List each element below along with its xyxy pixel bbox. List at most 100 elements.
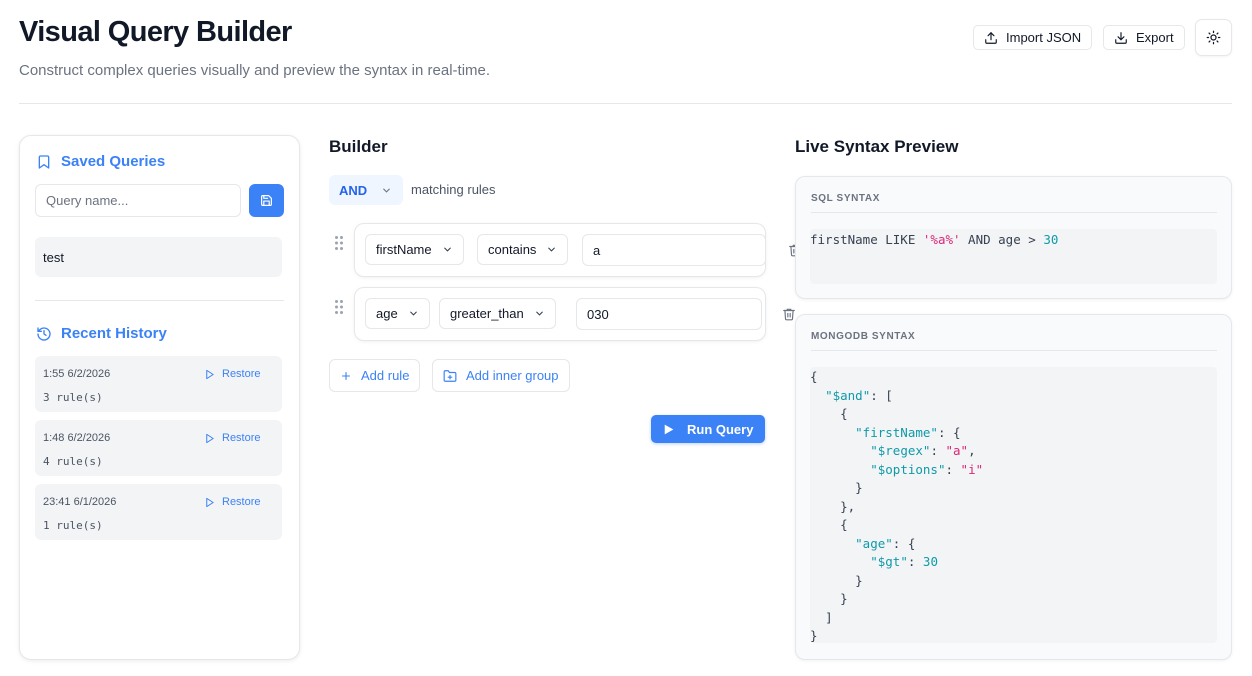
add-rule-button[interactable]: Add rule: [329, 359, 421, 392]
code-key: "firstName": [855, 424, 938, 440]
sql-text: AND age >: [960, 232, 1044, 247]
combinator-select[interactable]: AND: [329, 175, 403, 205]
add-inner-group-button[interactable]: Add inner group: [432, 359, 570, 392]
code-token: : {: [892, 535, 916, 551]
restore-button[interactable]: Restore: [204, 368, 261, 380]
recent-history-heading: Recent History: [36, 325, 167, 342]
save-query-button[interactable]: [249, 184, 284, 217]
code-token: }: [810, 628, 818, 643]
saved-queries-heading: Saved Queries: [36, 153, 165, 170]
value-input[interactable]: a: [582, 234, 766, 266]
add-inner-group-label: Add inner group: [466, 368, 559, 383]
play-icon: [206, 497, 214, 507]
restore-label: Restore: [222, 432, 261, 444]
field-value: age: [376, 306, 398, 321]
mongodb-syntax-label: MONGODB SYNTAX: [811, 331, 916, 342]
sql-text: firstName LIKE: [810, 232, 923, 247]
rule-row: firstName contains a: [354, 223, 766, 277]
restore-button[interactable]: Restore: [204, 432, 261, 444]
code-key: "$gt": [870, 554, 908, 569]
saved-queries-title: Saved Queries: [61, 153, 166, 170]
code-key: "$options": [870, 461, 946, 477]
import-json-label: Import JSON: [1006, 30, 1082, 45]
card-divider: [811, 212, 1217, 213]
operator-select[interactable]: greater_than: [439, 298, 556, 329]
trash-icon[interactable]: [782, 307, 796, 321]
card-divider: [811, 350, 1217, 351]
chevron-down-icon: [443, 247, 451, 252]
code-key: "$regex": [870, 443, 931, 458]
code-token: }: [855, 480, 863, 495]
code-number: 30: [922, 554, 938, 569]
field-select[interactable]: firstName: [365, 234, 464, 265]
query-name-input[interactable]: [35, 184, 241, 217]
field-select[interactable]: age: [365, 298, 430, 329]
sql-number: 30: [1043, 232, 1059, 247]
history-item: 1:55 6/2/2026 3 rule(s) Restore: [35, 356, 282, 412]
drag-handle-icon[interactable]: [334, 299, 344, 315]
code-token: {: [840, 517, 848, 532]
history-timestamp: 1:55 6/2/2026: [43, 368, 111, 380]
operator-value: contains: [488, 242, 537, 257]
sidebar-card: Saved Queries test Recent History 1:55 6…: [19, 135, 300, 660]
code-token: {: [810, 369, 818, 384]
field-value: firstName: [376, 242, 432, 257]
play-icon: [664, 424, 674, 434]
code-token: : [: [870, 387, 893, 403]
run-query-label: Run Query: [687, 421, 754, 437]
code-token: },: [840, 498, 856, 514]
rule-row: age greater_than 030: [354, 287, 766, 341]
operator-value: greater_than: [450, 306, 524, 321]
mongodb-code-block: { "$and": [ { "firstName": { "$regex": "…: [810, 367, 1217, 643]
sidebar-divider: [35, 300, 284, 301]
chevron-down-icon: [383, 188, 390, 193]
play-icon: [206, 369, 214, 379]
export-button[interactable]: Export: [1103, 25, 1185, 50]
code-string: "i": [960, 461, 984, 477]
sql-code-block: firstName LIKE '%a%' AND age > 30: [810, 229, 1217, 284]
chevron-down-icon: [409, 311, 417, 316]
code-token: }: [855, 572, 863, 588]
page-title: Visual Query Builder: [19, 16, 292, 48]
history-rule-count: 1 rule(s): [43, 519, 103, 532]
history-rule-count: 3 rule(s): [43, 391, 103, 404]
page-subtitle: Construct complex queries visually and p…: [19, 62, 491, 79]
page-header: Visual Query Builder Construct complex q…: [19, 0, 1232, 104]
bookmark-icon: [38, 154, 50, 169]
chevron-down-icon: [548, 247, 556, 252]
builder-heading: Builder: [329, 137, 388, 156]
history-item: 23:41 6/1/2026 1 rule(s) Restore: [35, 484, 282, 540]
export-label: Export: [1136, 30, 1174, 45]
folder-plus-icon: [443, 369, 457, 382]
sql-syntax-card: SQL SYNTAX firstName LIKE '%a%' AND age …: [795, 176, 1232, 299]
sql-string: '%a%': [922, 232, 961, 247]
history-timestamp: 1:48 6/2/2026: [43, 432, 111, 444]
download-icon: [1115, 31, 1127, 44]
import-json-button[interactable]: Import JSON: [973, 25, 1093, 50]
saved-query-item[interactable]: test: [35, 237, 282, 277]
combinator-value: AND: [339, 182, 368, 198]
sql-syntax-label: SQL SYNTAX: [811, 193, 880, 204]
plus-icon: [341, 371, 351, 380]
code-token: : {: [937, 424, 961, 440]
operator-select[interactable]: contains: [477, 234, 569, 265]
theme-toggle-button[interactable]: [1195, 19, 1232, 56]
history-item: 1:48 6/2/2026 4 rule(s) Restore: [35, 420, 282, 476]
drag-handle-icon[interactable]: [334, 235, 344, 251]
restore-label: Restore: [222, 368, 261, 380]
play-icon: [206, 433, 214, 443]
value-input[interactable]: 030: [576, 298, 762, 330]
code-key: "age": [855, 535, 893, 551]
add-rule-label: Add rule: [361, 368, 410, 383]
restore-button[interactable]: Restore: [204, 496, 261, 508]
save-icon: [261, 195, 272, 206]
history-icon: [37, 326, 51, 341]
code-token: }: [840, 591, 848, 606]
run-query-button[interactable]: Run Query: [651, 415, 765, 443]
restore-label: Restore: [222, 496, 261, 508]
history-timestamp: 23:41 6/1/2026: [43, 496, 117, 508]
upload-icon: [985, 31, 997, 44]
code-string: "a": [945, 443, 969, 458]
history-rule-count: 4 rule(s): [43, 455, 103, 468]
matching-rules-label: matching rules: [411, 182, 496, 197]
